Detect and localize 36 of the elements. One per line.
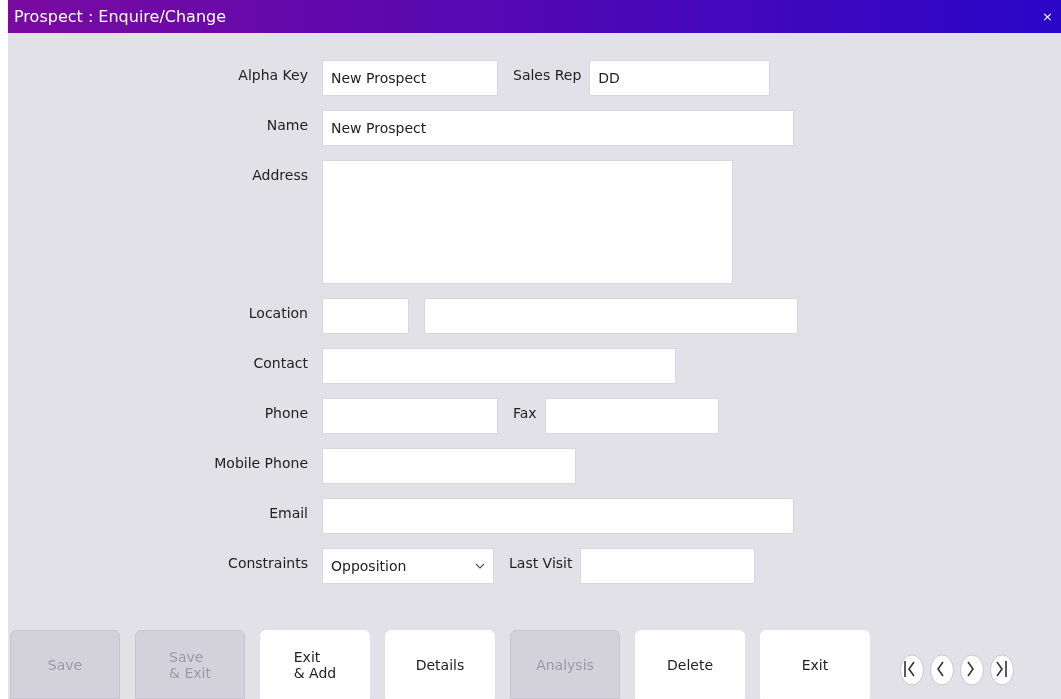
field-label: Fax bbox=[512, 404, 538, 421]
text-area[interactable] bbox=[322, 160, 733, 284]
input-field[interactable]: DD bbox=[589, 60, 771, 96]
action-button[interactable]: Details bbox=[385, 630, 495, 699]
field-label: Email bbox=[268, 504, 309, 521]
field-label: Contact bbox=[252, 354, 309, 371]
previous-icon[interactable] bbox=[929, 653, 955, 686]
input-field[interactable] bbox=[424, 298, 798, 334]
field-label: Location bbox=[247, 304, 309, 321]
action-button[interactable]: Exit bbox=[760, 630, 870, 699]
field-label: Mobile Phone bbox=[213, 454, 309, 471]
dropdown-field[interactable]: Opposition bbox=[322, 548, 494, 584]
field-label: Constraints bbox=[227, 554, 309, 571]
caret-icon bbox=[475, 563, 485, 569]
field-label: Name bbox=[265, 116, 309, 133]
action-button[interactable]: Delete bbox=[635, 630, 745, 699]
input-field[interactable] bbox=[322, 398, 498, 434]
window-title: Prospect : Enquire/Change bbox=[14, 7, 227, 26]
input-field[interactable] bbox=[322, 298, 409, 334]
action-button[interactable]: Exit & Add bbox=[260, 630, 370, 699]
input-field[interactable] bbox=[544, 398, 719, 434]
next-icon[interactable] bbox=[959, 653, 985, 686]
close-button[interactable]: × bbox=[1042, 9, 1053, 24]
input-field[interactable] bbox=[322, 348, 676, 384]
input-field[interactable] bbox=[322, 498, 794, 534]
field-label: Address bbox=[251, 166, 309, 183]
input-field[interactable]: New Prospect bbox=[322, 110, 794, 146]
field-label: Alpha Key bbox=[237, 66, 309, 83]
field-label: Sales Rep bbox=[512, 66, 583, 83]
field-label: Phone bbox=[263, 404, 309, 421]
input-field[interactable]: New Prospect bbox=[322, 60, 498, 96]
first-record-icon[interactable] bbox=[899, 653, 925, 686]
field-label: Last Visit bbox=[508, 554, 574, 571]
input-field[interactable] bbox=[580, 548, 756, 584]
last-record-icon[interactable] bbox=[989, 653, 1015, 686]
input-field[interactable] bbox=[322, 448, 576, 484]
